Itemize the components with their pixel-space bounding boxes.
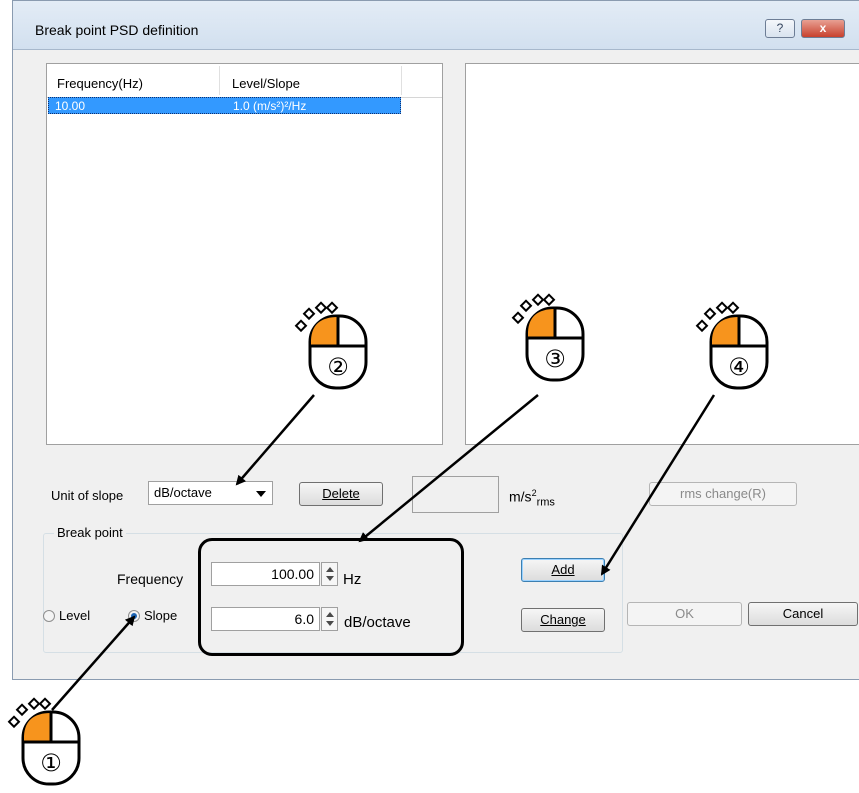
arrow-4 <box>600 394 716 576</box>
mouse-left-click-icon: ① <box>7 697 81 786</box>
mouse-left-click-icon: ② <box>294 301 368 390</box>
arrow-3 <box>358 394 539 543</box>
step-3-label: ③ <box>544 345 566 373</box>
step-4-label: ④ <box>728 353 750 381</box>
mouse-left-click-icon: ③ <box>511 293 585 382</box>
arrow-2 <box>235 394 315 486</box>
step-1-label: ① <box>40 749 62 777</box>
mouse-left-click-icon: ④ <box>695 301 769 390</box>
annotation-arrows <box>51 394 716 711</box>
step-2-label: ② <box>327 353 349 381</box>
